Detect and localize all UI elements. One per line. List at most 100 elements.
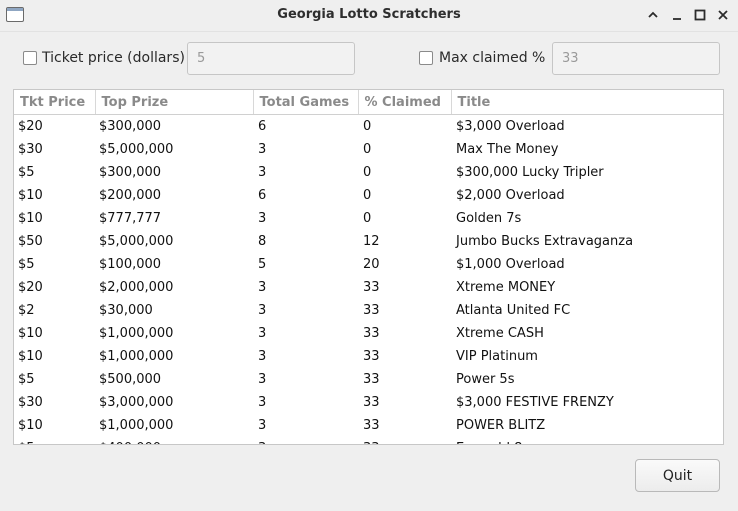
column-header-total-games[interactable]: Total Games [253, 90, 359, 115]
cell-total-games: 3 [258, 372, 267, 387]
cell-top-prize: $500,000 [99, 372, 162, 387]
cell-total-games: 6 [258, 188, 267, 203]
price-filter-label: Ticket price (dollars) [42, 50, 185, 66]
table-row[interactable]: $30 $5,000,000 3 0 Max The Money [14, 138, 723, 161]
cell-title: $3,000 Overload [456, 119, 565, 134]
cell-total-games: 5 [258, 257, 267, 272]
claimed-filter-checkbox[interactable] [419, 51, 433, 65]
cell-claimed: 33 [363, 372, 380, 387]
cell-claimed: 0 [363, 142, 372, 157]
cell-claimed: 33 [363, 418, 380, 433]
cell-total-games: 3 [258, 165, 267, 180]
cell-price: $20 [18, 280, 43, 295]
cell-total-games: 3 [258, 418, 267, 433]
table-header-row: Tkt Price Top Prize Total Games % Claime… [14, 90, 723, 115]
cell-claimed: 0 [363, 188, 372, 203]
cell-title: POWER BLITZ [456, 418, 546, 433]
cell-price: $30 [18, 142, 43, 157]
table-row[interactable]: $20 $300,000 6 0 $3,000 Overload [14, 115, 723, 139]
maximize-icon[interactable] [693, 8, 707, 22]
table-row[interactable]: $5 $500,000 3 33 Power 5s [14, 368, 723, 391]
cell-title: Golden 7s [456, 211, 522, 226]
cell-price: $10 [18, 349, 43, 364]
cell-claimed: 33 [363, 303, 380, 318]
minimize-icon[interactable] [670, 8, 684, 22]
cell-price: $2 [18, 303, 35, 318]
cell-title: VIP Platinum [456, 349, 538, 364]
cell-price: $10 [18, 188, 43, 203]
cell-top-prize: $5,000,000 [99, 142, 174, 157]
claimed-filter-label: Max claimed % [439, 50, 546, 66]
close-icon[interactable] [716, 8, 730, 22]
cell-total-games: 3 [258, 303, 267, 318]
cell-title: Atlanta United FC [456, 303, 571, 318]
column-header-title[interactable]: Title [451, 90, 723, 115]
column-header-claimed[interactable]: % Claimed [358, 90, 452, 115]
table-row[interactable]: $20 $2,000,000 3 33 Xtreme MONEY [14, 276, 723, 299]
cell-title: $3,000 FESTIVE FRENZY [456, 395, 614, 410]
cell-top-prize: $1,000,000 [99, 349, 174, 364]
table-row[interactable]: $10 $200,000 6 0 $2,000 Overload [14, 184, 723, 207]
table-row[interactable]: $2 $30,000 3 33 Atlanta United FC [14, 299, 723, 322]
cell-price: $10 [18, 418, 43, 433]
table-row[interactable]: $10 $1,000,000 3 33 POWER BLITZ [14, 414, 723, 437]
table-row[interactable]: $10 $1,000,000 3 33 VIP Platinum [14, 345, 723, 368]
table-row[interactable]: $10 $1,000,000 3 33 Xtreme CASH [14, 322, 723, 345]
cell-claimed: 33 [363, 349, 380, 364]
chevron-up-icon[interactable] [646, 8, 660, 22]
cell-title: Power 5s [456, 372, 515, 387]
scratchers-table[interactable]: Tkt Price Top Prize Total Games % Claime… [13, 89, 724, 445]
cell-total-games: 3 [258, 349, 267, 364]
cell-total-games: 3 [258, 280, 267, 295]
window-title: Georgia Lotto Scratchers [277, 7, 461, 22]
cell-top-prize: $30,000 [99, 303, 153, 318]
cell-title: Max The Money [456, 142, 559, 157]
cell-top-prize: $300,000 [99, 119, 162, 134]
cell-total-games: 3 [253, 437, 358, 444]
table-row[interactable]: $10 $777,777 3 0 Golden 7s [14, 207, 723, 230]
cell-total-games: 8 [258, 234, 267, 249]
table-row[interactable]: $50 $5,000,000 8 12 Jumbo Bucks Extravaganza [14, 230, 723, 253]
column-header-price[interactable]: Tkt Price [14, 90, 96, 115]
cell-title: Xtreme MONEY [456, 280, 556, 295]
cell-claimed: 0 [363, 211, 372, 226]
claimed-filter-input[interactable] [552, 42, 720, 75]
cell-top-prize: $5,000,000 [99, 234, 174, 249]
cell-title: $1,000 Overload [456, 257, 565, 272]
table-row[interactable]: $5 $100,000 5 20 $1,000 Overload [14, 253, 723, 276]
cell-top-prize: $400,000 [95, 437, 253, 444]
cell-top-prize: $2,000,000 [99, 280, 174, 295]
title-bar: Georgia Lotto Scratchers [0, 0, 738, 32]
filter-row: Ticket price (dollars) Max claimed % [0, 42, 738, 76]
cell-claimed: 12 [363, 234, 380, 249]
price-filter-checkbox[interactable] [23, 51, 37, 65]
cell-top-prize: $1,000,000 [99, 326, 174, 341]
cell-title: $300,000 Lucky Tripler [456, 165, 604, 180]
cell-price: $20 [18, 119, 43, 134]
price-filter-input[interactable] [187, 42, 355, 75]
cell-claimed: 0 [363, 119, 372, 134]
cell-price: $5 [18, 257, 35, 272]
cell-claimed: 20 [363, 257, 380, 272]
table-row[interactable]: $5$400,000333Emerald 8s [14, 437, 723, 444]
cell-claimed: 0 [363, 165, 372, 180]
cell-top-prize: $777,777 [99, 211, 162, 226]
quit-button[interactable]: Quit [635, 459, 720, 492]
cell-title: $2,000 Overload [456, 188, 565, 203]
cell-price: $10 [18, 326, 43, 341]
cell-top-prize: $200,000 [99, 188, 162, 203]
cell-claimed: 33 [358, 437, 451, 444]
cell-top-prize: $100,000 [99, 257, 162, 272]
cell-price: $5 [14, 437, 95, 444]
cell-title: Jumbo Bucks Extravaganza [456, 234, 634, 249]
cell-title: Xtreme CASH [456, 326, 544, 341]
cell-total-games: 3 [258, 326, 267, 341]
cell-claimed: 33 [363, 280, 380, 295]
cell-total-games: 3 [258, 395, 267, 410]
cell-top-prize: $3,000,000 [99, 395, 174, 410]
cell-top-prize: $300,000 [99, 165, 162, 180]
cell-top-prize: $1,000,000 [99, 418, 174, 433]
column-header-top-prize[interactable]: Top Prize [95, 90, 254, 115]
table-row[interactable]: $30 $3,000,000 3 33 $3,000 FESTIVE FRENZY [14, 391, 723, 414]
table-row[interactable]: $5 $300,000 3 0 $300,000 Lucky Tripler [14, 161, 723, 184]
